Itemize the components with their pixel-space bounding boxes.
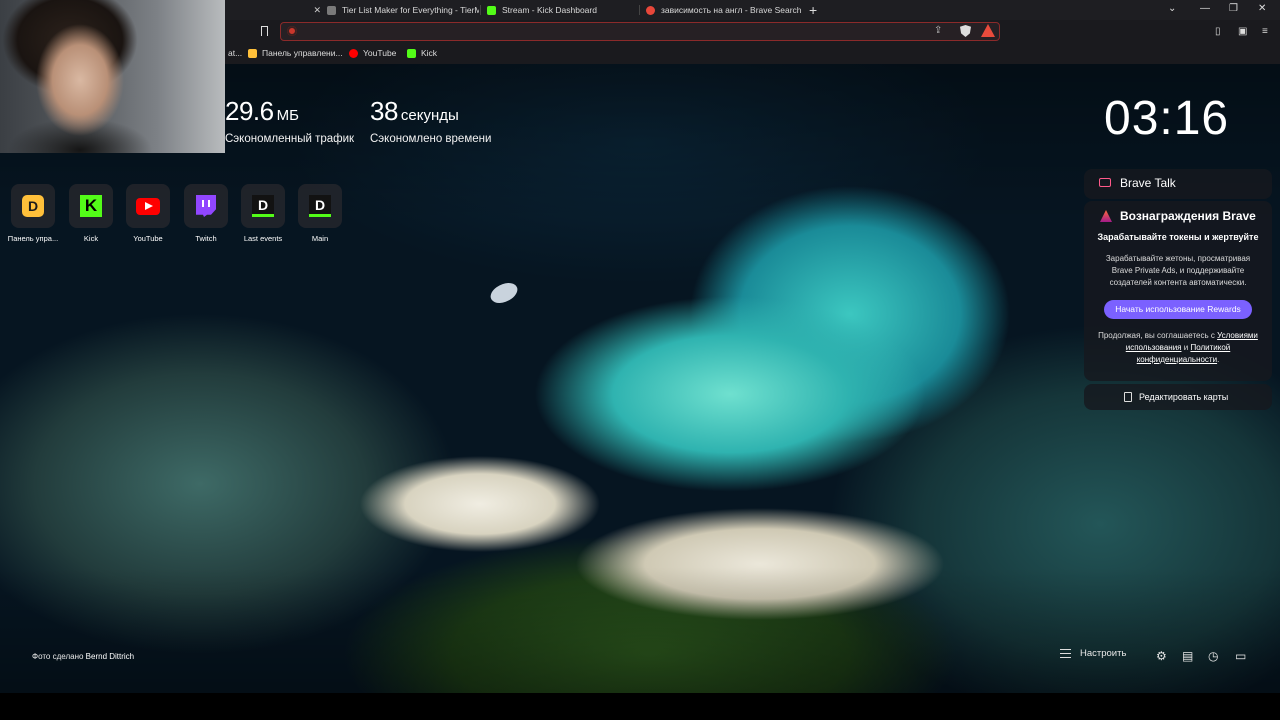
- brave-search-favicon-icon: [646, 5, 655, 15]
- taskbar-area: [0, 693, 1280, 720]
- start-rewards-button[interactable]: Начать использование Rewards: [1104, 300, 1252, 319]
- window-close-icon[interactable]: ✕: [1258, 3, 1266, 14]
- top-site-twitch[interactable]: Twitch: [176, 184, 236, 243]
- youtube-icon: [349, 48, 358, 58]
- photo-credit-author[interactable]: Bernd Dittrich: [86, 652, 134, 661]
- top-site-main[interactable]: D Main: [290, 184, 350, 243]
- tab-kick-dashboard[interactable]: Stream - Kick Dashboard: [487, 0, 637, 20]
- terms-suffix: .: [1217, 355, 1220, 364]
- dlive-icon: D: [22, 195, 44, 217]
- rewards-subtitle: Зарабатывайте токены и жертвуйте: [1097, 232, 1259, 242]
- donationalerts-icon: D: [309, 195, 331, 217]
- time-saved-value: 38: [370, 96, 398, 126]
- brave-search-icon: [287, 26, 297, 36]
- top-site-last-events[interactable]: D Last events: [233, 184, 293, 243]
- twitch-icon: [196, 195, 216, 217]
- tab-title: Stream - Kick Dashboard: [502, 5, 597, 15]
- customize-button[interactable]: Настроить: [1060, 648, 1126, 659]
- tab-search-icon[interactable]: ⌄: [1168, 3, 1176, 14]
- bookmark-label: YouTube: [363, 48, 397, 58]
- time-saved-label: Сэкономлено времени: [370, 133, 492, 145]
- menu-icon[interactable]: ≡: [1262, 26, 1268, 37]
- data-saved-stat: 29.6 МБ Сэкономленный трафик: [225, 96, 354, 145]
- rewards-terms: Продолжая, вы соглашаетесь с Условиями и…: [1094, 330, 1262, 366]
- top-site-kick[interactable]: K Kick: [61, 184, 121, 243]
- edit-cards-button[interactable]: Редактировать карты: [1084, 384, 1272, 410]
- brave-talk-card[interactable]: Brave Talk: [1084, 169, 1272, 199]
- bat-icon: [1100, 210, 1112, 222]
- kick-icon: K: [80, 195, 102, 217]
- tab-title: Tier List Maker for Everything - TierMa: [342, 5, 479, 15]
- time-saved-stat: 38 секунды Сэкономлено времени: [370, 96, 491, 145]
- edit-cards-icon: [1124, 392, 1132, 402]
- photo-credit-prefix: Фото сделано: [32, 652, 84, 661]
- top-site-label: Kick: [83, 234, 99, 243]
- rewards-description: Зарабатывайте жетоны, просматривая Brave…: [1105, 254, 1251, 287]
- time-saved-unit: секунды: [400, 107, 459, 124]
- tab-close-button[interactable]: ✕: [305, 0, 323, 20]
- bookmark-page-icon[interactable]: [261, 26, 268, 36]
- brave-talk-title: Brave Talk: [1120, 176, 1176, 190]
- photo-credit: Фото сделано Bernd Dittrich: [32, 652, 134, 661]
- bookmarks-overflow[interactable]: at...: [228, 48, 242, 58]
- bookmark-label: Kick: [421, 48, 438, 58]
- brave-rewards-card: Вознаграждения Brave Зарабатывайте токен…: [1084, 201, 1272, 381]
- data-saved-label: Сэкономленный трафик: [225, 133, 355, 145]
- top-site-label: YouTube: [133, 234, 163, 243]
- top-site-dlive[interactable]: D Панель упра...: [3, 184, 63, 243]
- terms-and: и: [1183, 343, 1189, 352]
- restore-icon[interactable]: ❐: [1229, 3, 1238, 14]
- tierlist-favicon-icon: [327, 5, 336, 15]
- data-saved-unit: МБ: [276, 107, 299, 124]
- new-tab-button[interactable]: +: [809, 2, 817, 18]
- new-tab-background: 29.6 МБ Сэкономленный трафик 38 секунды Сэ…: [0, 64, 1280, 693]
- share-icon[interactable]: ⇪: [934, 25, 942, 36]
- rewards-title: Вознаграждения Brave: [1120, 209, 1256, 223]
- boat-image: [487, 277, 521, 309]
- brave-talk-icon[interactable]: ▭: [1235, 649, 1246, 663]
- webcam-overlay: [0, 0, 225, 153]
- bookmark-label: Панель управлени...: [262, 48, 343, 58]
- clock: 03:16: [1104, 92, 1230, 145]
- terms-prefix: Продолжая, вы соглашаетесь с: [1098, 331, 1215, 340]
- kick-favicon-icon: [487, 5, 496, 15]
- customize-icon: [1060, 649, 1071, 658]
- top-site-label: Панель упра...: [7, 234, 59, 243]
- sidebar-icon[interactable]: ▯: [1215, 26, 1221, 37]
- address-bar[interactable]: ⇪: [280, 22, 1000, 41]
- bookmark-dlive[interactable]: Панель управлени...: [248, 48, 343, 58]
- settings-icon[interactable]: ⚙: [1156, 649, 1167, 663]
- dlive-icon: [248, 48, 257, 58]
- top-site-youtube[interactable]: YouTube: [118, 184, 178, 243]
- brave-shields-icon[interactable]: [960, 25, 971, 37]
- top-site-label: Twitch: [195, 234, 217, 243]
- top-site-label: Last events: [243, 234, 283, 243]
- donationalerts-icon: D: [252, 195, 274, 217]
- bookmarks-icon[interactable]: ▤: [1182, 649, 1193, 663]
- close-icon[interactable]: ✕: [313, 5, 321, 16]
- bookmark-kick[interactable]: Kick: [407, 48, 437, 58]
- customize-label: Настроить: [1080, 648, 1127, 659]
- minimize-icon[interactable]: —: [1200, 3, 1210, 14]
- top-site-label: Main: [311, 234, 329, 243]
- video-camera-icon: [1099, 178, 1111, 187]
- history-icon[interactable]: ◷: [1208, 649, 1218, 663]
- tab-tierlist[interactable]: Tier List Maker for Everything - TierMa: [327, 0, 479, 20]
- data-saved-value: 29.6: [225, 96, 274, 126]
- tab-brave-search[interactable]: зависимость на англ - Brave Search: [646, 0, 801, 20]
- tab-title: зависимость на англ - Brave Search: [661, 5, 801, 15]
- youtube-icon: [136, 197, 160, 215]
- address-input[interactable]: [301, 24, 925, 40]
- tab-separator: [639, 5, 640, 15]
- edit-cards-label: Редактировать карты: [1139, 392, 1229, 402]
- kick-icon: [407, 48, 416, 58]
- tab-separator: [480, 5, 481, 15]
- brave-rewards-icon[interactable]: [981, 24, 995, 37]
- bookmark-youtube[interactable]: YouTube: [349, 48, 396, 58]
- wallet-icon[interactable]: ▣: [1238, 26, 1247, 37]
